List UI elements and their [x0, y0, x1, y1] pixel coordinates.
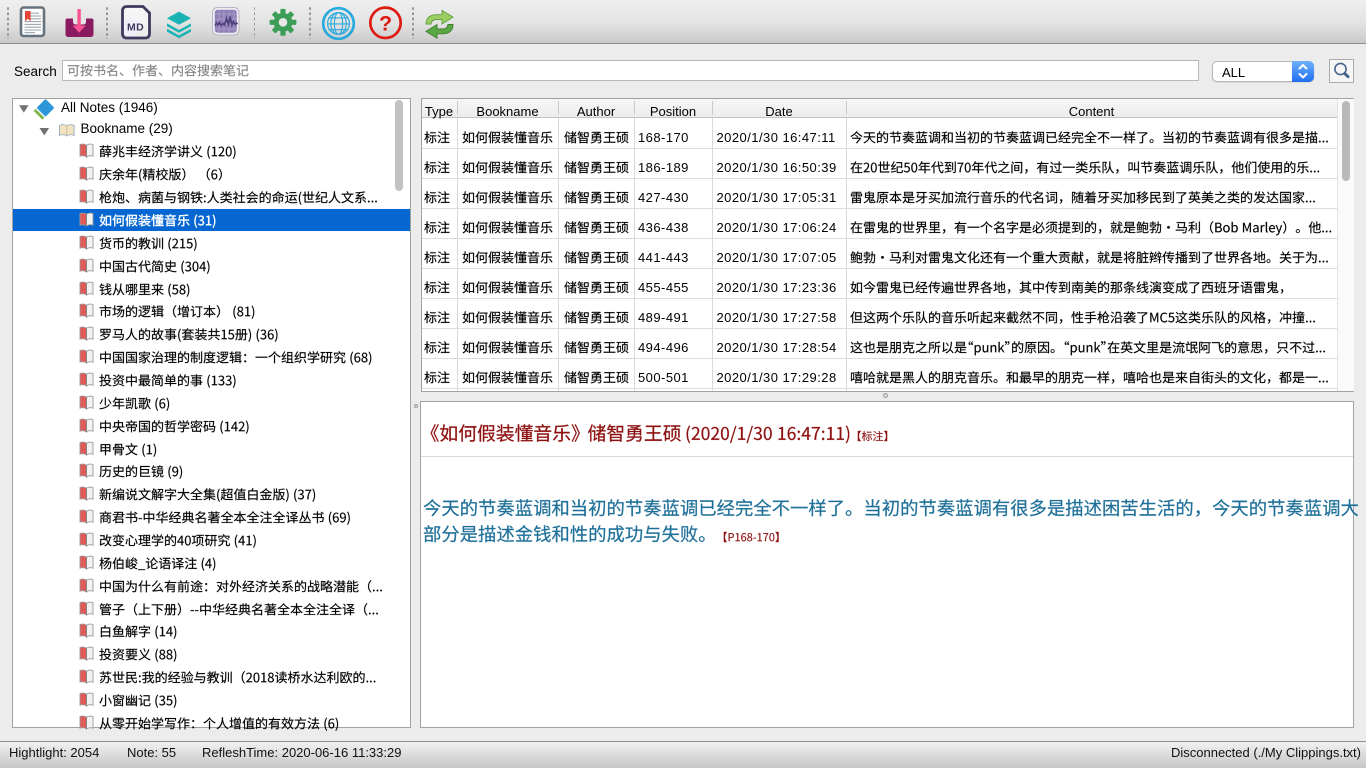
svg-text:?: ?	[379, 11, 392, 35]
svg-text:MD: MD	[127, 22, 144, 34]
